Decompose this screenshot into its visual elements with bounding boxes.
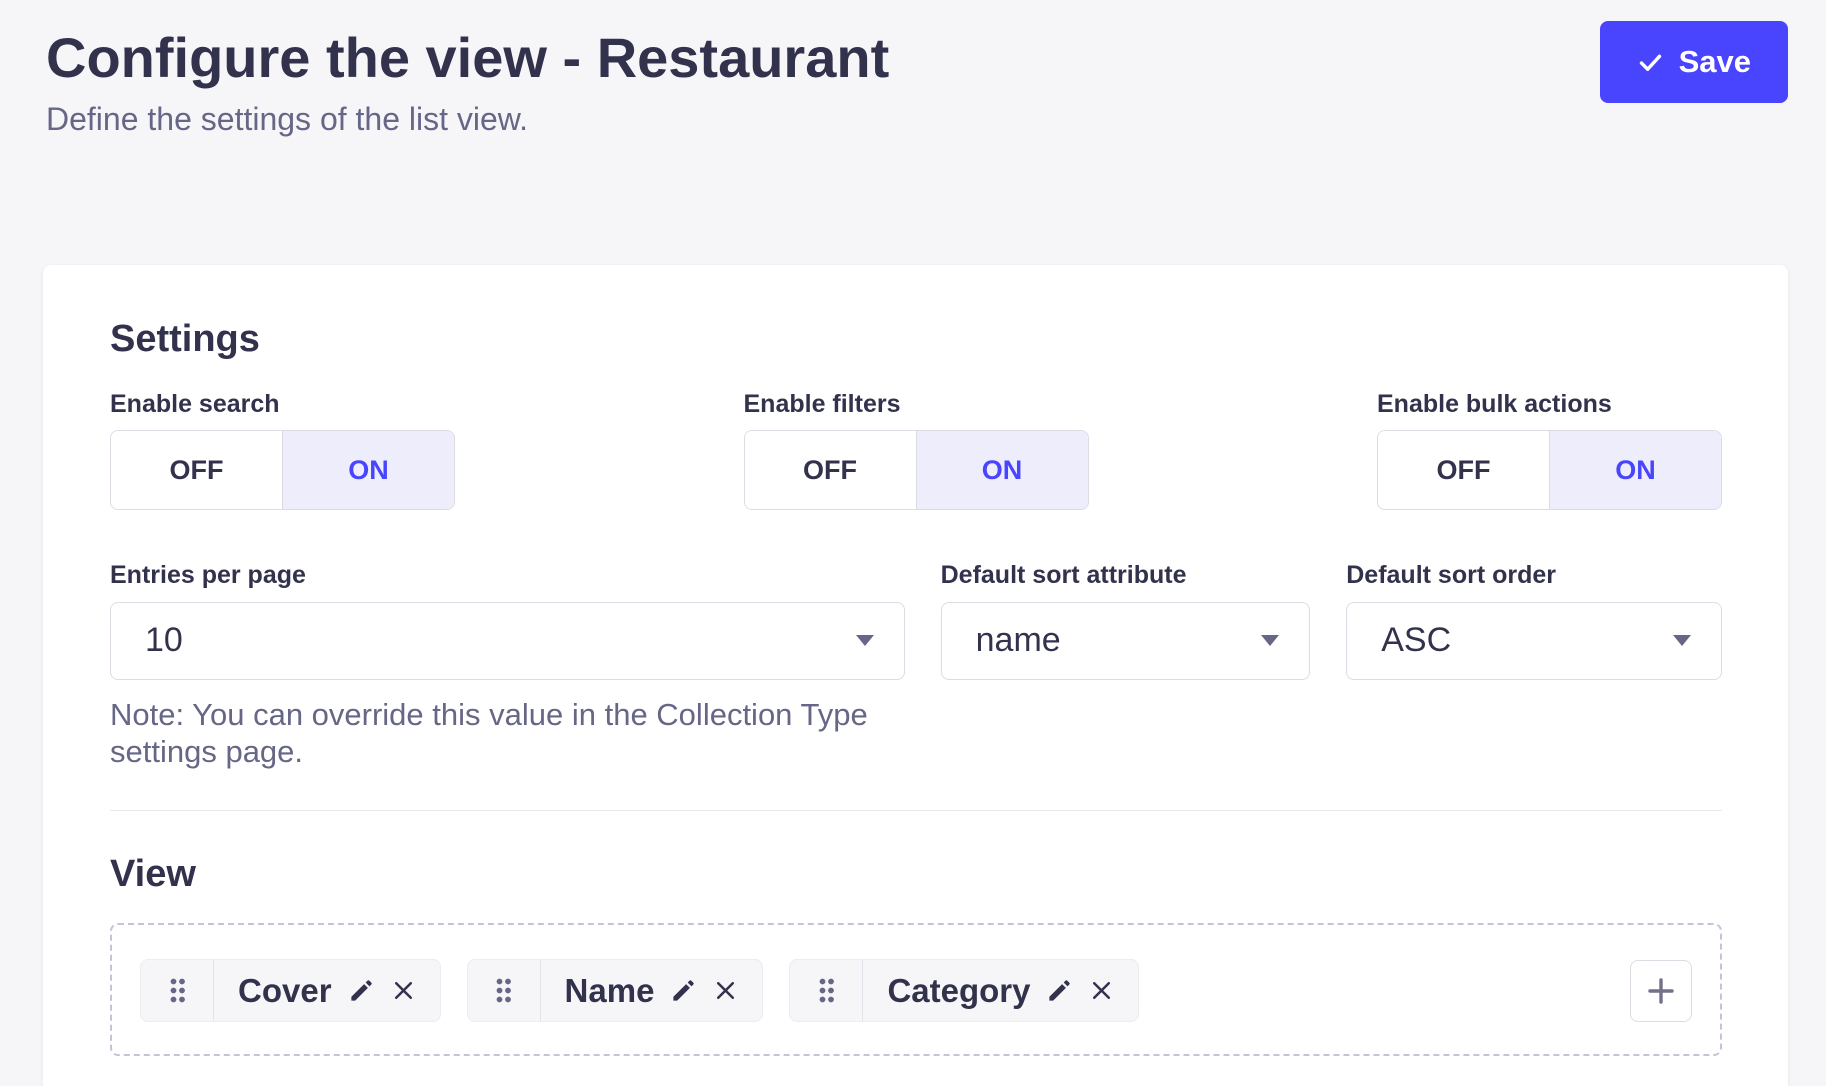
default-sort-attribute-select[interactable]: name: [941, 602, 1311, 680]
check-icon: [1637, 49, 1664, 76]
drag-handle-icon[interactable]: [141, 960, 214, 1021]
pencil-icon: [1046, 977, 1073, 1004]
entries-per-page-select[interactable]: 10: [110, 602, 905, 680]
close-icon: [713, 978, 738, 1003]
enable-search-off-button[interactable]: OFF: [111, 431, 282, 509]
entries-per-page-label: Entries per page: [110, 562, 905, 590]
remove-field-button[interactable]: [713, 978, 738, 1003]
settings-card: Settings Enable search OFF ON Enable fil…: [43, 265, 1788, 1086]
field-drop-zone: Cover: [110, 923, 1722, 1056]
enable-search-on-button[interactable]: ON: [282, 431, 454, 509]
default-sort-attribute-label: Default sort attribute: [941, 562, 1311, 590]
enable-bulk-actions-toggle: OFF ON: [1377, 430, 1722, 510]
entries-per-page-note: Note: You can override this value in the…: [110, 696, 905, 770]
field-chip-name[interactable]: Name: [467, 959, 764, 1022]
enable-filters-label: Enable filters: [744, 391, 1089, 419]
chevron-down-icon: [1673, 635, 1691, 646]
selects-row: Entries per page 10 Note: You can overri…: [110, 562, 1722, 770]
drag-handle-icon[interactable]: [790, 960, 863, 1021]
remove-field-button[interactable]: [391, 978, 416, 1003]
enable-search-toggle: OFF ON: [110, 430, 455, 510]
edit-field-button[interactable]: [670, 977, 697, 1004]
field-chip-label: Category: [887, 972, 1030, 1010]
plus-icon: [1644, 974, 1678, 1008]
entries-per-page-field: Entries per page 10 Note: You can overri…: [110, 562, 905, 770]
edit-field-button[interactable]: [1046, 977, 1073, 1004]
enable-bulk-actions-field: Enable bulk actions OFF ON: [1377, 391, 1722, 511]
close-icon: [391, 978, 416, 1003]
remove-field-button[interactable]: [1089, 978, 1114, 1003]
save-button[interactable]: Save: [1600, 21, 1788, 103]
page-header: Configure the view - Restaurant Define t…: [0, 0, 1826, 139]
section-divider: [110, 810, 1722, 811]
enable-bulk-actions-on-button[interactable]: ON: [1549, 431, 1721, 509]
add-field-button[interactable]: [1630, 960, 1692, 1022]
page-subtitle: Define the settings of the list view.: [46, 100, 1788, 138]
field-chip-label: Cover: [238, 972, 332, 1010]
edit-field-button[interactable]: [348, 977, 375, 1004]
configure-view-page: Configure the view - Restaurant Define t…: [0, 0, 1826, 1086]
drag-handle-icon[interactable]: [468, 960, 541, 1021]
enable-search-field: Enable search OFF ON: [110, 391, 455, 511]
chevron-down-icon: [856, 635, 874, 646]
default-sort-attribute-field: Default sort attribute name: [941, 562, 1311, 770]
toggles-row: Enable search OFF ON Enable filters OFF …: [110, 391, 1722, 511]
view-heading: View: [110, 855, 1722, 893]
enable-bulk-actions-label: Enable bulk actions: [1377, 391, 1722, 419]
pencil-icon: [348, 977, 375, 1004]
save-button-label: Save: [1679, 44, 1751, 80]
field-chip-cover[interactable]: Cover: [140, 959, 441, 1022]
settings-heading: Settings: [110, 320, 1722, 358]
default-sort-order-value: ASC: [1381, 621, 1451, 660]
enable-filters-on-button[interactable]: ON: [916, 431, 1088, 509]
default-sort-order-label: Default sort order: [1346, 562, 1722, 590]
enable-filters-toggle: OFF ON: [744, 430, 1089, 510]
enable-bulk-actions-off-button[interactable]: OFF: [1378, 431, 1549, 509]
chevron-down-icon: [1261, 635, 1279, 646]
close-icon: [1089, 978, 1114, 1003]
default-sort-attribute-value: name: [976, 621, 1061, 660]
enable-filters-field: Enable filters OFF ON: [744, 391, 1089, 511]
default-sort-order-select[interactable]: ASC: [1346, 602, 1722, 680]
field-chip-category[interactable]: Category: [789, 959, 1139, 1022]
page-title: Configure the view - Restaurant: [46, 26, 1788, 90]
enable-search-label: Enable search: [110, 391, 455, 419]
default-sort-order-field: Default sort order ASC: [1346, 562, 1722, 770]
field-chip-label: Name: [565, 972, 655, 1010]
entries-per-page-value: 10: [145, 621, 183, 660]
pencil-icon: [670, 977, 697, 1004]
enable-filters-off-button[interactable]: OFF: [745, 431, 916, 509]
